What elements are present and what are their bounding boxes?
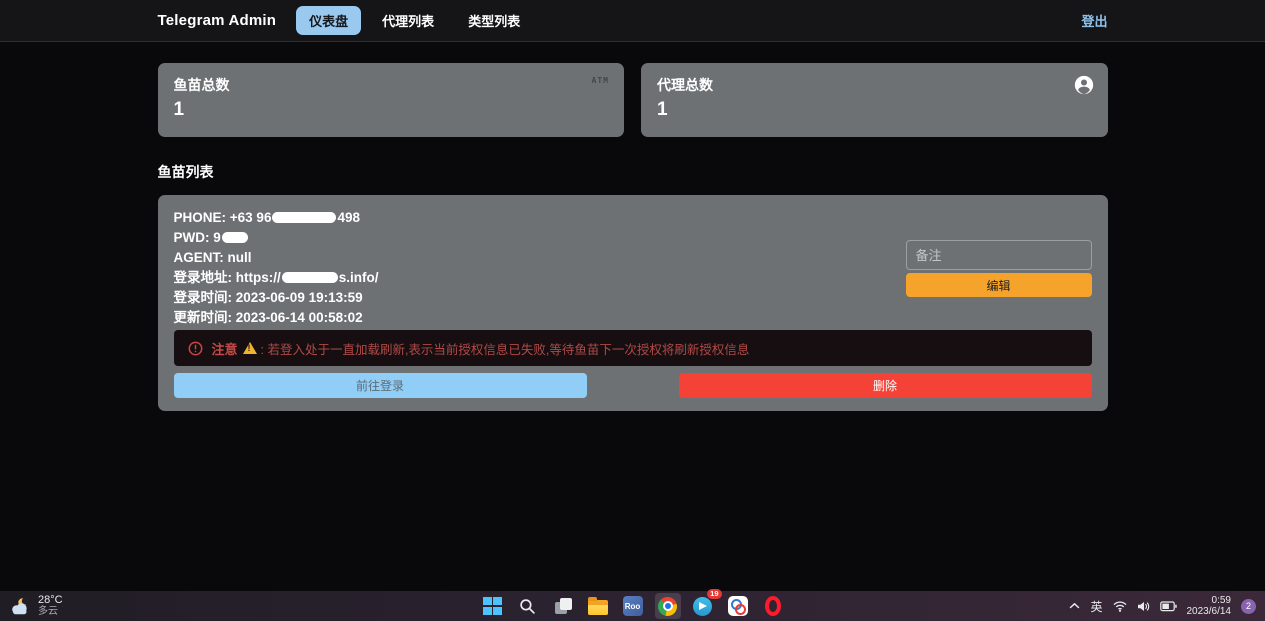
stat-title: 代理总数 xyxy=(657,75,1092,95)
phone-value: +63 96 xyxy=(230,210,272,225)
telegram-notification-badge: 19 xyxy=(707,589,721,599)
fish-list-card: PHONE: +63 96 498 PWD: 9 AGENT: null 登录地址… xyxy=(158,195,1108,411)
system-tray: 英 0:59 2023/6/14 2 xyxy=(1069,595,1265,618)
delete-button[interactable]: 删除 xyxy=(679,373,1092,398)
windows-taskbar: 28°C 多云 Roo 19 xyxy=(0,591,1265,621)
update-time-value: 2023-06-14 00:58:02 xyxy=(236,310,363,325)
stat-card-agent-total: 代理总数 1 xyxy=(641,63,1108,137)
main-content: 鱼苗总数 1 ATM 代理总数 1 鱼苗列表 PHONE: +63 96 498 … xyxy=(158,42,1108,411)
pwd-line: PWD: 9 xyxy=(174,228,906,248)
task-view-icon xyxy=(553,596,573,616)
section-title-fish-list: 鱼苗列表 xyxy=(158,162,1108,182)
stats-row: 鱼苗总数 1 ATM 代理总数 1 xyxy=(158,63,1108,137)
stat-value: 1 xyxy=(174,99,609,121)
clock-time: 0:59 xyxy=(1187,595,1232,607)
tab-type-list[interactable]: 类型列表 xyxy=(455,6,533,35)
fish-card-top: PHONE: +63 96 498 PWD: 9 AGENT: null 登录地址… xyxy=(174,208,1092,328)
weather-condition: 多云 xyxy=(38,606,63,617)
task-view-button[interactable] xyxy=(550,593,576,619)
alert-circle-icon xyxy=(188,341,203,356)
clock-widget[interactable]: 0:59 2023/6/14 xyxy=(1187,595,1232,618)
agent-line: AGENT: null xyxy=(174,248,906,268)
windows-logo-icon xyxy=(483,597,502,616)
taskbar-center-icons: Roo 19 xyxy=(480,591,786,621)
tab-dashboard[interactable]: 仪表盘 xyxy=(296,6,361,35)
phone-line: PHONE: +63 96 498 xyxy=(174,208,906,228)
login-url-suffix: s.info/ xyxy=(339,270,379,285)
volume-icon[interactable] xyxy=(1137,601,1150,612)
remark-column: 编辑 xyxy=(906,240,1092,328)
chevron-up-icon[interactable] xyxy=(1069,602,1080,610)
weather-text: 28°C 多云 xyxy=(38,595,63,617)
search-icon xyxy=(519,598,536,615)
notification-count-badge[interactable]: 2 xyxy=(1241,599,1256,614)
opera-icon xyxy=(765,596,781,616)
file-explorer-button[interactable] xyxy=(585,593,611,619)
battery-icon[interactable] xyxy=(1160,601,1177,612)
update-time-line: 更新时间: 2023-06-14 00:58:02 xyxy=(174,308,906,328)
actions-row: 前往登录 删除 xyxy=(174,373,1092,398)
login-time-label: 登录时间: xyxy=(174,290,233,305)
agent-label: AGENT: xyxy=(174,250,224,265)
wifi-icon[interactable] xyxy=(1113,601,1127,612)
stat-card-fish-total: 鱼苗总数 1 ATM xyxy=(158,63,625,137)
login-time-value: 2023-06-09 19:13:59 xyxy=(236,290,363,305)
chrome-icon xyxy=(658,597,677,616)
update-time-label: 更新时间: xyxy=(174,310,233,325)
goto-login-button[interactable]: 前往登录 xyxy=(174,373,587,398)
navbar-inner: Telegram Admin 仪表盘 代理列表 类型列表 登出 xyxy=(158,0,1108,41)
atm-icon: ATM xyxy=(592,76,609,85)
taskbar-weather-widget[interactable]: 28°C 多云 xyxy=(0,595,63,617)
chrome-button[interactable] xyxy=(655,593,681,619)
edit-button[interactable]: 编辑 xyxy=(906,273,1092,297)
notice-bar: 注意 ! : 若登入处于一直加载刷新,表示当前授权信息已失败,等待鱼苗下一次授权… xyxy=(174,330,1092,366)
login-url-label: 登录地址: xyxy=(174,270,233,285)
rings-app-icon xyxy=(728,596,748,616)
roo-app-icon: Roo xyxy=(623,596,643,616)
phone-value-suffix: 498 xyxy=(337,210,360,225)
telegram-icon xyxy=(693,597,712,616)
app-brand: Telegram Admin xyxy=(158,12,277,29)
top-navbar: Telegram Admin 仪表盘 代理列表 类型列表 登出 xyxy=(0,0,1265,42)
clock-date: 2023/6/14 xyxy=(1187,606,1232,618)
stat-value: 1 xyxy=(657,99,1092,121)
fish-info-block: PHONE: +63 96 498 PWD: 9 AGENT: null 登录地址… xyxy=(174,208,906,328)
start-button[interactable] xyxy=(480,593,506,619)
roo-app-button[interactable]: Roo xyxy=(620,593,646,619)
pwd-label: PWD: xyxy=(174,230,210,245)
folder-icon xyxy=(588,600,608,615)
logout-link[interactable]: 登出 xyxy=(1081,11,1107,30)
telegram-button[interactable]: 19 xyxy=(690,593,716,619)
warning-triangle-icon: ! xyxy=(243,342,257,354)
redaction-blob xyxy=(272,212,336,223)
search-button[interactable] xyxy=(515,593,541,619)
rings-app-button[interactable] xyxy=(725,593,751,619)
stat-title: 鱼苗总数 xyxy=(174,75,609,95)
login-url-line: 登录地址: https:// s.info/ xyxy=(174,268,906,288)
opera-button[interactable] xyxy=(760,593,786,619)
person-circle-icon xyxy=(1073,74,1095,96)
phone-label: PHONE: xyxy=(174,210,227,225)
notice-text: : 若登入处于一直加载刷新,表示当前授权信息已失败,等待鱼苗下一次授权将刷新授权… xyxy=(261,339,750,358)
agent-value: null xyxy=(228,250,252,265)
redaction-blob xyxy=(222,232,248,243)
pwd-value: 9 xyxy=(213,230,221,245)
cloudy-night-icon xyxy=(9,597,32,616)
remark-input[interactable] xyxy=(906,240,1092,270)
login-time-line: 登录时间: 2023-06-09 19:13:59 xyxy=(174,288,906,308)
tab-agent-list[interactable]: 代理列表 xyxy=(369,6,447,35)
weather-temp: 28°C xyxy=(38,595,63,606)
redaction-blob xyxy=(282,272,338,283)
login-url-value: https:// xyxy=(236,270,281,285)
ime-language-indicator[interactable]: 英 xyxy=(1090,598,1102,615)
notice-label: 注意 xyxy=(212,339,238,358)
